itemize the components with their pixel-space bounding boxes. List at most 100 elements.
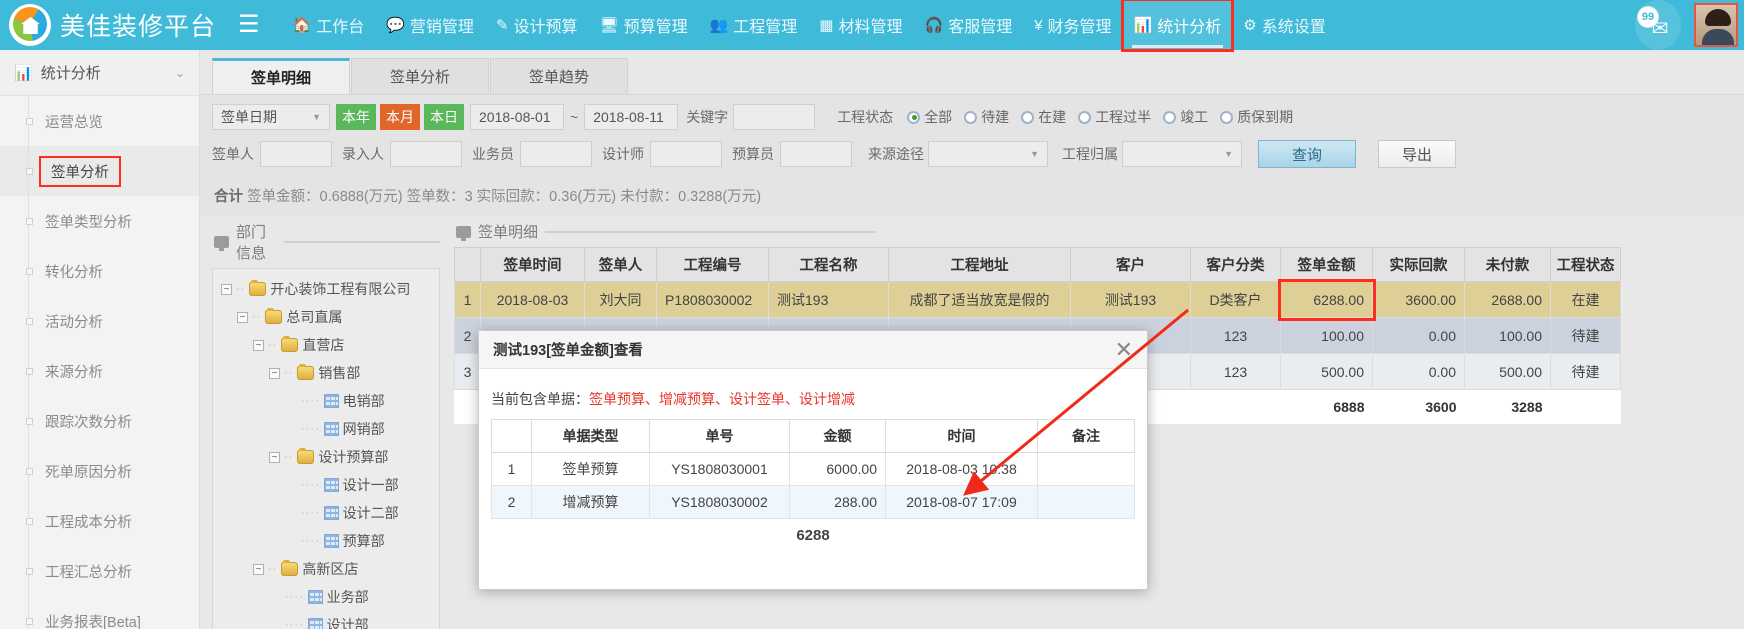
sign-amount-detail-dialog: 测试193[签单金额]查看 ✕ 当前包含单据：签单预算、增减预算、设计签单、设计… (478, 330, 1148, 590)
designer-input[interactable] (650, 141, 722, 167)
collapse-icon[interactable]: − (253, 564, 264, 575)
panel-title-label: 部门信息 (236, 221, 277, 263)
entry-person-input[interactable] (390, 141, 462, 167)
dialog-table-row[interactable]: 1 签单预算 YS1808030001 6000.00 2018-08-03 1… (492, 453, 1135, 486)
tree-node[interactable]: ···· 网销部 (217, 415, 435, 443)
tree-node[interactable]: − ·· 开心装饰工程有限公司 (217, 275, 435, 303)
radio-building[interactable]: 在建 (1021, 107, 1066, 127)
signer-input[interactable] (260, 141, 332, 167)
nav-item-design-budget[interactable]: ✎ 设计预算 (485, 0, 589, 50)
radio-half-done[interactable]: 工程过半 (1078, 107, 1151, 127)
tab-signing-trend[interactable]: 签单趋势 (490, 58, 628, 94)
avatar[interactable] (1694, 3, 1738, 47)
dialog-table-row[interactable]: 2 增减预算 YS1808030002 288.00 2018-08-07 17… (492, 486, 1135, 519)
date-to-input[interactable]: 2018-08-11 (584, 104, 678, 130)
sidebar-item-operation-overview[interactable]: 运营总览 (0, 96, 199, 146)
nav-label: 财务管理 (1048, 13, 1112, 37)
cell-sign-amount[interactable]: 500.00 (1281, 354, 1373, 390)
today-button[interactable]: 本日 (424, 104, 464, 130)
tree-connector: ·· (284, 367, 293, 379)
keyword-input[interactable] (733, 104, 815, 130)
dcell-time: 2018-08-07 17:09 (886, 486, 1038, 519)
collapse-icon[interactable]: − (221, 284, 232, 295)
col-sign-amount: 签单金额 (1281, 248, 1373, 282)
monitor-icon (214, 236, 229, 248)
tree-node[interactable]: ···· 设计部 (217, 611, 435, 629)
radio-warranty-expired[interactable]: 质保到期 (1220, 107, 1293, 127)
hamburger-icon[interactable]: ☰ (238, 13, 260, 37)
this-year-button[interactable]: 本年 (336, 104, 376, 130)
bullet-icon (26, 368, 33, 375)
collapse-icon[interactable]: − (269, 452, 280, 463)
nav-item-customer-service[interactable]: 🎧 客服管理 (914, 0, 1024, 50)
cell-actual-received[interactable]: 0.00 (1373, 318, 1465, 354)
folder-icon (281, 338, 298, 352)
cell-signer: 刘大同 (585, 282, 657, 318)
date-from-input[interactable]: 2018-08-01 (470, 104, 564, 130)
tree-node[interactable]: − ·· 销售部 (217, 359, 435, 387)
tree-node[interactable]: − ·· 直营店 (217, 331, 435, 359)
cell-sign-amount[interactable]: 6288.00 (1281, 282, 1373, 318)
tree-node[interactable]: ···· 预算部 (217, 527, 435, 555)
radio-completed[interactable]: 竣工 (1163, 107, 1208, 127)
radio-label: 待建 (981, 107, 1009, 127)
col-actual-received: 实际回款 (1373, 248, 1465, 282)
chevron-down-icon: ▼ (312, 112, 321, 122)
cell-sign-amount[interactable]: 100.00 (1281, 318, 1373, 354)
sidebar-item-project-cost-analysis[interactable]: 工程成本分析 (0, 496, 199, 546)
tab-signing-analysis[interactable]: 签单分析 (351, 58, 489, 94)
tree-node[interactable]: ···· 电销部 (217, 387, 435, 415)
query-button[interactable]: 查询 (1258, 140, 1356, 168)
this-month-button[interactable]: 本月 (380, 104, 420, 130)
cell-actual-received[interactable]: 3600.00 (1373, 282, 1465, 318)
tree-node-label: 总司直属 (286, 307, 342, 327)
budgeter-input[interactable] (780, 141, 852, 167)
dialog-note-prefix: 当前包含单据： (491, 391, 589, 407)
sidebar-item-conversion-analysis[interactable]: 转化分析 (0, 246, 199, 296)
tree-connector: ·· (284, 451, 293, 463)
tree-node[interactable]: − ·· 高新区店 (217, 555, 435, 583)
messages-button[interactable]: ✉ 99 (1630, 0, 1686, 50)
sidebar-item-signing-type-analysis[interactable]: 签单类型分析 (0, 196, 199, 246)
close-icon[interactable]: ✕ (1115, 339, 1133, 361)
sidebar-item-project-summary-analysis[interactable]: 工程汇总分析 (0, 546, 199, 596)
sidebar-item-dead-order-reason-analysis[interactable]: 死单原因分析 (0, 446, 199, 496)
keyword-label: 关键字 (678, 107, 733, 127)
nav-item-material-mgmt[interactable]: ▦ 材料管理 (808, 0, 913, 50)
tab-signing-detail[interactable]: 签单明细 (212, 58, 350, 94)
dialog-note: 当前包含单据：签单预算、增减预算、设计签单、设计增减 (491, 389, 1135, 409)
department-tree[interactable]: − ·· 开心装饰工程有限公司 − ·· 总司直属 − ·· (212, 268, 440, 629)
nav-item-finance-mgmt[interactable]: ¥ 财务管理 (1023, 0, 1122, 50)
nav-item-workbench[interactable]: 🏠 工作台 (282, 0, 376, 50)
tree-node[interactable]: − ·· 设计预算部 (217, 443, 435, 471)
dcol-doc-no: 单号 (650, 420, 790, 453)
cell-actual-received[interactable]: 0.00 (1373, 354, 1465, 390)
collapse-icon[interactable]: − (269, 368, 280, 379)
radio-pending[interactable]: 待建 (964, 107, 1009, 127)
sidebar-item-business-report-beta[interactable]: 业务报表[Beta] (0, 596, 199, 629)
date-type-select[interactable]: 签单日期 ▼ (212, 104, 330, 130)
sidebar-item-signing-analysis[interactable]: 签单分析 (0, 146, 199, 196)
nav-item-budget-mgmt[interactable]: 🖥 预算管理 (589, 0, 699, 50)
nav-item-marketing[interactable]: 💬 营销管理 (375, 0, 485, 50)
table-row[interactable]: 1 2018-08-03 刘大同 P1808030002 测试193 成都了适当… (455, 282, 1621, 318)
export-button[interactable]: 导出 (1378, 140, 1456, 168)
tree-node[interactable]: ···· 业务部 (217, 583, 435, 611)
nav-item-statistics-analysis[interactable]: 📊 统计分析 (1123, 0, 1233, 50)
sidebar-item-follow-count-analysis[interactable]: 跟踪次数分析 (0, 396, 199, 446)
sidebar-item-activity-analysis[interactable]: 活动分析 (0, 296, 199, 346)
dcell-amount: 288.00 (790, 486, 886, 519)
salesperson-input[interactable] (520, 141, 592, 167)
tree-node[interactable]: − ·· 总司直属 (217, 303, 435, 331)
belong-select[interactable]: ▼ (1122, 141, 1242, 167)
nav-item-project-mgmt[interactable]: 👥 工程管理 (699, 0, 809, 50)
sidebar-header[interactable]: 📊 统计分析 ⌄ (0, 50, 199, 96)
collapse-icon[interactable]: − (237, 312, 248, 323)
nav-item-system-settings[interactable]: ⚙ 系统设置 (1232, 0, 1336, 50)
collapse-icon[interactable]: − (253, 340, 264, 351)
tree-node[interactable]: ···· 设计二部 (217, 499, 435, 527)
radio-all[interactable]: 全部 (907, 107, 952, 127)
source-select[interactable]: ▼ (928, 141, 1048, 167)
tree-node[interactable]: ···· 设计一部 (217, 471, 435, 499)
sidebar-item-source-analysis[interactable]: 来源分析 (0, 346, 199, 396)
